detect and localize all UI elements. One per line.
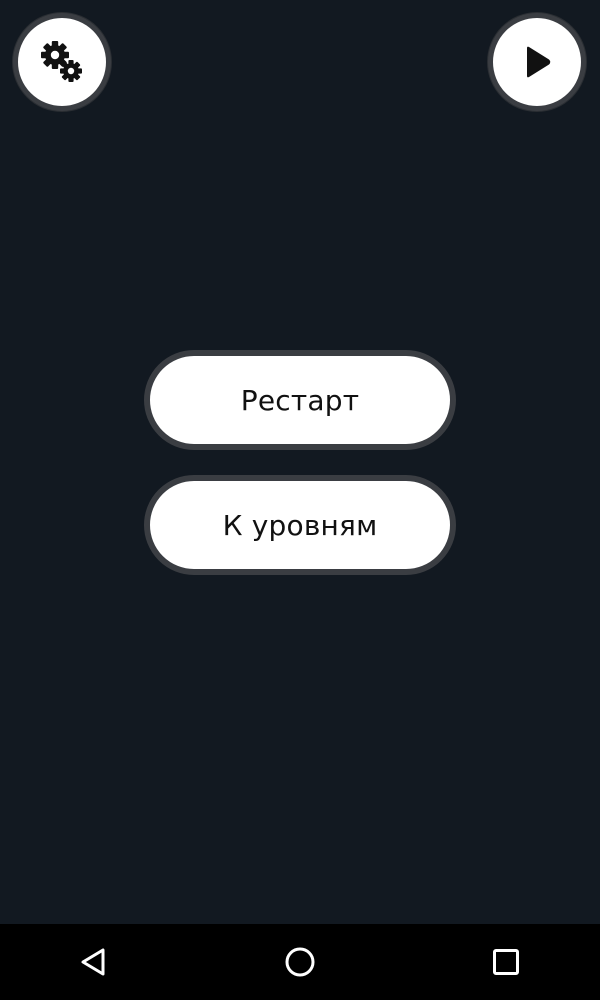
android-navigation-bar [0,924,600,1000]
to-levels-button[interactable]: К уровням [144,475,456,575]
gears-icon [41,41,82,82]
restart-label: Рестарт [240,383,360,417]
recent-apps-square-icon [493,949,519,975]
to-levels-label: К уровням [222,508,378,542]
nav-home-button[interactable] [260,924,340,1000]
home-circle-icon [285,947,315,977]
play-button[interactable] [488,13,586,111]
restart-button[interactable]: Рестарт [144,350,456,450]
settings-button[interactable] [13,13,111,111]
nav-back-button[interactable] [54,924,134,1000]
back-triangle-icon [81,948,105,976]
play-icon [527,46,551,78]
game-screen: Рестарт К уровням [0,0,600,924]
nav-recent-apps-button[interactable] [466,924,546,1000]
